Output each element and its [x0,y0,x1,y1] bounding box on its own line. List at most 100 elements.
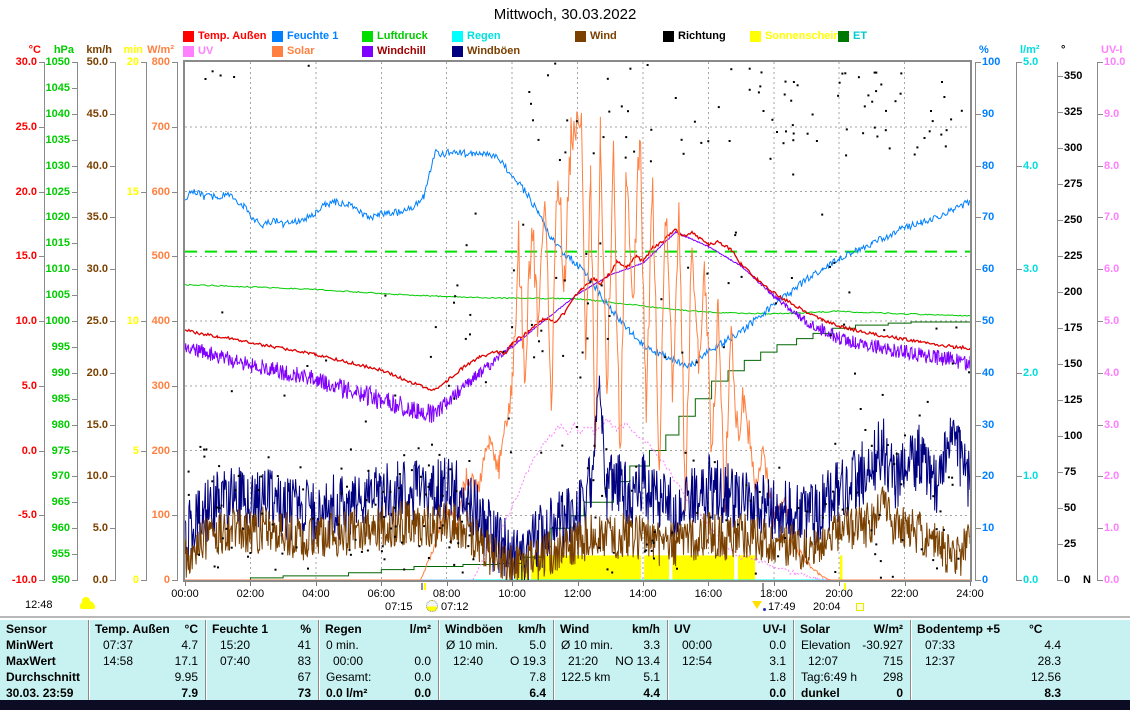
direction-dot [681,352,683,354]
direction-dot [375,504,377,506]
axis-tick-kmh [110,217,115,218]
direction-dot [792,139,794,141]
axis-tick-temp [39,386,44,387]
direction-dot [885,129,887,131]
table-cell-value: 5.0 [439,638,546,652]
direction-dot [381,550,383,552]
direction-dot [675,97,677,99]
direction-dot [879,514,881,516]
axis-tick-wm2 [172,192,177,193]
axis-tick-temp [39,451,44,452]
direction-dot [759,85,761,87]
direction-dot [349,549,351,551]
chart-canvas [185,62,970,580]
direction-dot [485,381,487,383]
direction-dot [420,476,422,478]
direction-dot [837,95,839,97]
direction-dot [611,572,613,574]
direction-dot [777,555,779,557]
direction-dot [729,140,731,142]
axis-tick-hpa [72,554,77,555]
legend-item-label: UV [198,45,213,57]
table-cell-value: 0.0 [319,654,431,668]
axis-tick-uvi [1098,321,1103,322]
axis-tick-label-uvi: 9.0 [1104,108,1119,120]
axis-tick-hpa [72,217,77,218]
direction-dot [792,174,794,176]
direction-dot [864,429,866,431]
x-axis-label: 22:00 [881,588,929,600]
direction-dot [714,461,716,463]
axis-tick-label-pct: 50 [982,315,994,327]
direction-dot [218,465,220,467]
direction-dot [776,131,778,133]
axis-tick-uvi [1098,62,1103,63]
direction-dot [885,110,887,112]
direction-dot [576,426,578,428]
direction-dot [755,573,757,575]
direction-dot [365,499,367,501]
table-col-solar: SolarW/m²Elevation-30.92712:07715Tag:6:4… [793,620,911,700]
axis-tick-hpa [72,62,77,63]
direction-dot [793,81,795,83]
axis-line-kmh [115,62,116,581]
axis-tick-kmh [110,114,115,115]
direction-dot [389,491,391,493]
direction-dot [654,531,656,533]
direction-dot [880,577,882,579]
direction-dot [770,158,772,160]
table-cell-value: 0.0 [668,686,786,700]
direction-dot [784,94,786,96]
direction-dot [468,460,470,462]
axis-zero-suffix-deg: N [1083,574,1091,586]
direction-dot [821,214,823,216]
direction-dot [793,133,795,135]
axis-tick-pct [976,321,981,322]
axis-tick-label-temp: 25.0 [16,121,37,133]
axis-tick-label-deg: 350 [1064,70,1082,82]
direction-dot [750,500,752,502]
axis-unit-temp: °C [29,44,41,56]
axis-tick-hpa [72,425,77,426]
direction-dot [395,526,397,528]
direction-dot [651,550,653,552]
direction-dot [585,253,587,255]
direction-dot [806,511,808,513]
direction-dot [448,546,450,548]
axis-tick-uvi [1098,528,1103,529]
axis-tick-pct [976,476,981,477]
direction-dot [530,103,532,105]
direction-dot [875,543,877,545]
sunset-dot-icon [763,608,766,611]
direction-dot [825,503,827,505]
table-cell-value: 73 [206,686,311,700]
direction-dot [930,110,932,112]
chart-plot-area[interactable] [185,62,970,580]
table-cell-value: 3.3 [554,638,660,652]
direction-dot [272,524,274,526]
direction-dot [258,489,260,491]
x-axis-tick [316,582,317,586]
direction-dot [341,468,343,470]
table-cell-value: 8.3 [911,686,1061,700]
direction-dot [871,529,873,531]
direction-dot [510,451,512,453]
direction-dot [601,495,603,497]
direction-dot [874,127,876,129]
direction-dot [277,475,279,477]
direction-dot [325,360,327,362]
table-cell-value: 17.1 [89,654,198,668]
axis-tick-hpa [72,502,77,503]
axis-tick-label-hpa: 995 [52,341,70,353]
direction-dot [466,244,468,246]
direction-dot [871,101,873,103]
direction-dot [212,70,214,72]
direction-dot [222,537,224,539]
legend-item-richtung: Richtung [663,30,726,42]
direction-dot [882,394,884,396]
sunset-arrow-icon [752,601,762,609]
axis-tick-pct [976,217,981,218]
axis-tick-uvi [1098,114,1103,115]
axis-tick-label-pct: 0 [982,574,988,586]
axis-tick-label-uvi: 2.0 [1104,470,1119,482]
